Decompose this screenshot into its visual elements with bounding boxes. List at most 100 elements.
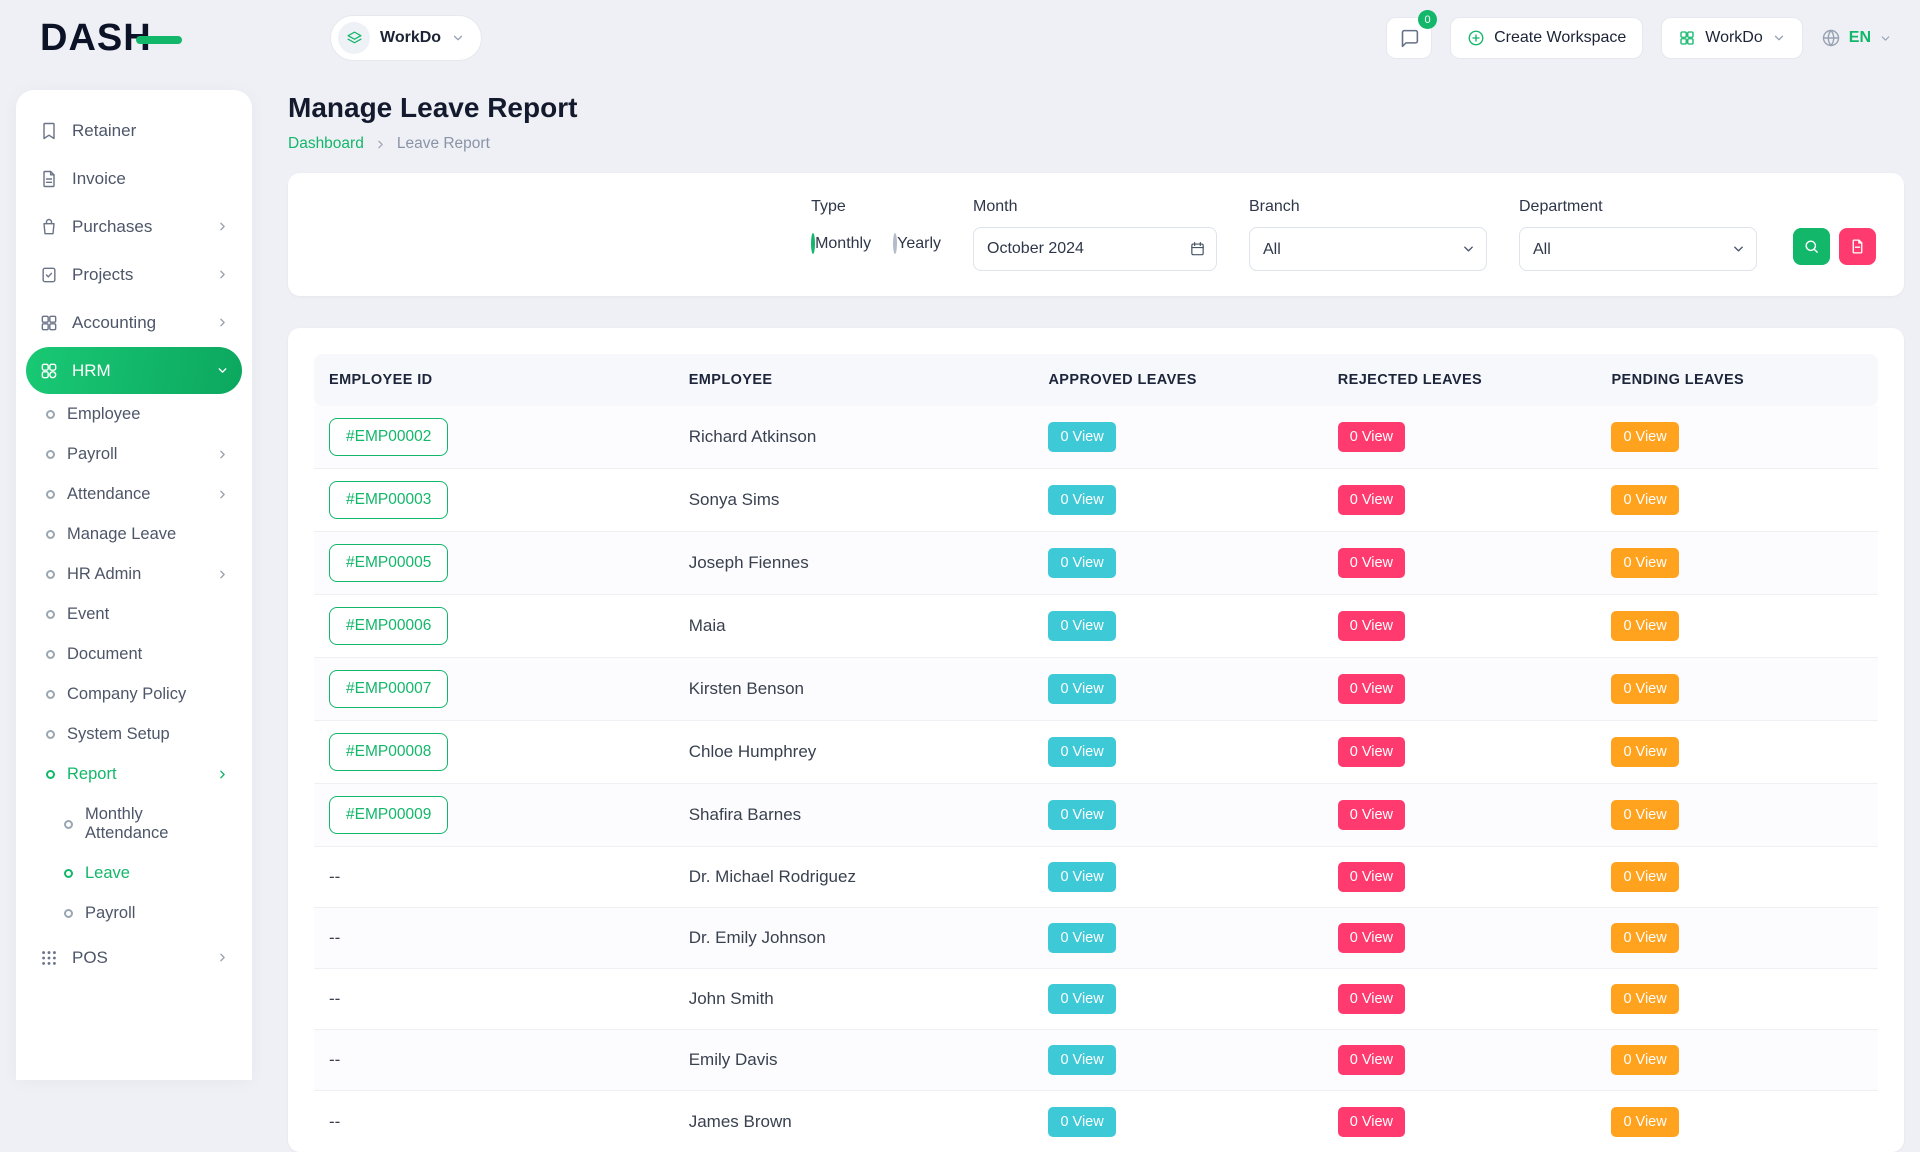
rejected-leaves-cell: 0 View — [1323, 532, 1597, 595]
approved-leaves-view-badge[interactable]: 0 View — [1048, 422, 1115, 452]
approved-leaves-view-badge[interactable]: 0 View — [1048, 862, 1115, 892]
branch-select[interactable]: All — [1249, 227, 1487, 271]
month-input[interactable] — [973, 227, 1217, 271]
top-header: DASH WorkDo 0 Create Workspace — [0, 0, 1920, 76]
create-workspace-button[interactable]: Create Workspace — [1450, 17, 1643, 59]
approved-leaves-view-badge[interactable]: 0 View — [1048, 1107, 1115, 1137]
search-button[interactable] — [1793, 228, 1830, 265]
bullet-icon — [46, 610, 55, 619]
sidebar-item-employee[interactable]: Employee — [26, 395, 242, 434]
rejected-leaves-view-badge[interactable]: 0 View — [1338, 737, 1405, 767]
sidebar-item-payroll[interactable]: Payroll — [26, 894, 242, 933]
radio-monthly[interactable]: Monthly — [811, 235, 871, 253]
approved-leaves-view-badge[interactable]: 0 View — [1048, 1045, 1115, 1075]
approved-leaves-view-badge[interactable]: 0 View — [1048, 548, 1115, 578]
sidebar-item-hr-admin[interactable]: HR Admin — [26, 555, 242, 594]
sidebar-item-retainer[interactable]: Retainer — [26, 107, 242, 154]
radio-yearly[interactable]: Yearly — [893, 235, 941, 253]
employee-id-cell: -- — [314, 847, 674, 908]
sidebar-item-purchases[interactable]: Purchases — [26, 203, 242, 250]
rejected-leaves-view-badge[interactable]: 0 View — [1338, 800, 1405, 830]
rejected-leaves-view-badge[interactable]: 0 View — [1338, 862, 1405, 892]
sidebar-item-leave[interactable]: Leave — [26, 854, 242, 893]
approved-leaves-view-badge[interactable]: 0 View — [1048, 611, 1115, 641]
export-button[interactable] — [1839, 228, 1876, 265]
sidebar-item-hrm[interactable]: HRM — [26, 347, 242, 394]
sidebar-item-pos[interactable]: POS — [26, 934, 242, 981]
employee-id-button[interactable]: #EMP00002 — [329, 418, 448, 456]
sidebar-item-label: Payroll — [85, 904, 135, 923]
pending-leaves-view-badge[interactable]: 0 View — [1611, 422, 1678, 452]
sidebar-item-system-setup[interactable]: System Setup — [26, 715, 242, 754]
rejected-leaves-view-badge[interactable]: 0 View — [1338, 1107, 1405, 1137]
messages-button[interactable]: 0 — [1386, 17, 1432, 59]
employee-name-cell: Dr. Michael Rodriguez — [674, 847, 1034, 908]
sidebar-item-report[interactable]: Report — [26, 755, 242, 794]
chevron-right-icon — [216, 448, 229, 461]
pending-leaves-view-badge[interactable]: 0 View — [1611, 485, 1678, 515]
approved-leaves-view-badge[interactable]: 0 View — [1048, 800, 1115, 830]
sidebar-item-monthly-attendance[interactable]: Monthly Attendance — [26, 795, 242, 853]
hrm-icon — [39, 360, 60, 381]
pending-leaves-view-badge[interactable]: 0 View — [1611, 737, 1678, 767]
pending-leaves-view-badge[interactable]: 0 View — [1611, 862, 1678, 892]
rejected-leaves-view-badge[interactable]: 0 View — [1338, 674, 1405, 704]
file-export-icon — [1849, 238, 1866, 255]
pending-leaves-view-badge[interactable]: 0 View — [1611, 548, 1678, 578]
sidebar-item-manage-leave[interactable]: Manage Leave — [26, 515, 242, 554]
table-row: --James Brown0 View0 View0 View — [314, 1091, 1878, 1152]
approved-leaves-view-badge[interactable]: 0 View — [1048, 674, 1115, 704]
approved-leaves-cell: 0 View — [1033, 469, 1322, 532]
rejected-leaves-view-badge[interactable]: 0 View — [1338, 1045, 1405, 1075]
approved-leaves-view-badge[interactable]: 0 View — [1048, 923, 1115, 953]
rejected-leaves-view-badge[interactable]: 0 View — [1338, 984, 1405, 1014]
rejected-leaves-view-badge[interactable]: 0 View — [1338, 485, 1405, 515]
pending-leaves-view-badge[interactable]: 0 View — [1611, 923, 1678, 953]
pending-leaves-view-badge[interactable]: 0 View — [1611, 674, 1678, 704]
employee-id-button[interactable]: #EMP00007 — [329, 670, 448, 708]
pending-leaves-view-badge[interactable]: 0 View — [1611, 1045, 1678, 1075]
breadcrumb-dashboard-link[interactable]: Dashboard — [288, 135, 364, 153]
employee-name-cell: Dr. Emily Johnson — [674, 908, 1034, 969]
sidebar-item-invoice[interactable]: Invoice — [26, 155, 242, 202]
sidebar-item-label: Invoice — [72, 169, 126, 189]
employee-id-empty: -- — [329, 867, 340, 886]
workspace-selector[interactable]: WorkDo — [330, 15, 482, 61]
language-selector[interactable]: EN — [1821, 28, 1892, 48]
employee-id-button[interactable]: #EMP00005 — [329, 544, 448, 582]
employee-name-cell: Emily Davis — [674, 1030, 1034, 1091]
approved-leaves-view-badge[interactable]: 0 View — [1048, 984, 1115, 1014]
sidebar-item-document[interactable]: Document — [26, 635, 242, 674]
bullet-icon — [64, 869, 73, 878]
pending-leaves-view-badge[interactable]: 0 View — [1611, 984, 1678, 1014]
department-select[interactable]: All — [1519, 227, 1757, 271]
sidebar-item-accounting[interactable]: Accounting — [26, 299, 242, 346]
sidebar-item-label: System Setup — [67, 725, 170, 744]
workspace-name: WorkDo — [380, 29, 441, 47]
month-label: Month — [973, 198, 1217, 216]
sidebar-item-payroll[interactable]: Payroll — [26, 435, 242, 474]
sidebar: Retainer Invoice PurchasesProjectsAccounti… — [16, 90, 252, 1080]
chevron-right-icon — [216, 768, 229, 781]
employee-id-button[interactable]: #EMP00006 — [329, 607, 448, 645]
sidebar-item-attendance[interactable]: Attendance — [26, 475, 242, 514]
sidebar-item-projects[interactable]: Projects — [26, 251, 242, 298]
employee-id-button[interactable]: #EMP00009 — [329, 796, 448, 834]
employee-id-button[interactable]: #EMP00008 — [329, 733, 448, 771]
rejected-leaves-view-badge[interactable]: 0 View — [1338, 923, 1405, 953]
employee-id-button[interactable]: #EMP00003 — [329, 481, 448, 519]
rejected-leaves-view-badge[interactable]: 0 View — [1338, 611, 1405, 641]
column-header-employee: EMPLOYEE — [674, 354, 1034, 406]
rejected-leaves-view-badge[interactable]: 0 View — [1338, 422, 1405, 452]
approved-leaves-view-badge[interactable]: 0 View — [1048, 485, 1115, 515]
sidebar-item-event[interactable]: Event — [26, 595, 242, 634]
approved-leaves-cell: 0 View — [1033, 1091, 1322, 1152]
pending-leaves-view-badge[interactable]: 0 View — [1611, 1107, 1678, 1137]
pending-leaves-view-badge[interactable]: 0 View — [1611, 800, 1678, 830]
approved-leaves-view-badge[interactable]: 0 View — [1048, 737, 1115, 767]
pending-leaves-view-badge[interactable]: 0 View — [1611, 611, 1678, 641]
sidebar-item-company-policy[interactable]: Company Policy — [26, 675, 242, 714]
rejected-leaves-view-badge[interactable]: 0 View — [1338, 548, 1405, 578]
workspace-switcher-button[interactable]: WorkDo — [1661, 17, 1803, 59]
chevron-right-icon — [216, 268, 229, 281]
